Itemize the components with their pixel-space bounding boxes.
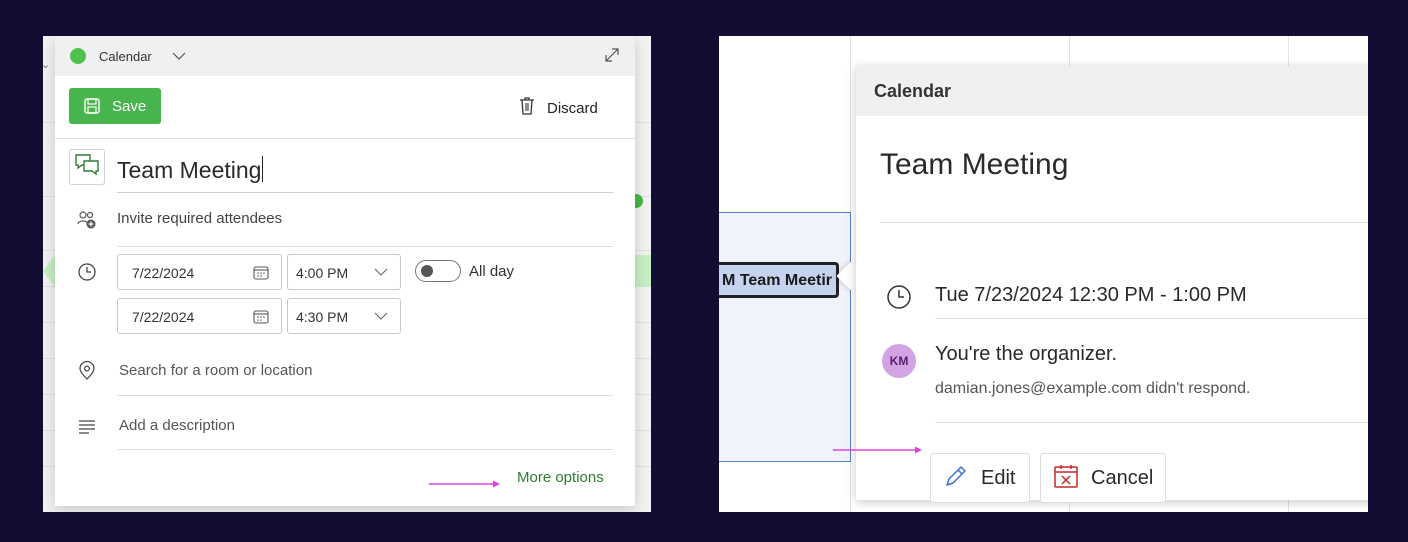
all-day-toggle[interactable] [415,260,461,282]
save-icon [83,97,101,115]
compose-event-screenshot: ⌄ Calendar Save Discard Team Meeting Inv… [43,36,651,512]
background-event-arrow [43,255,55,287]
calendar-selector-label[interactable]: Calendar [99,49,152,64]
people-add-icon [77,210,97,230]
chevron-down-icon [374,265,388,284]
event-preview-card: Calendar Team Meeting Tue 7/23/2024 12:3… [856,66,1368,503]
background-event-chip [633,255,651,287]
cancel-event-button[interactable]: Cancel [1040,453,1166,503]
cancel-label: Cancel [1091,466,1154,489]
description-input[interactable]: Add a description [119,417,235,434]
card-title-divider [880,222,1368,223]
description-underline [117,449,613,450]
annotation-arrow [429,476,501,494]
event-title-value: Team Meeting [117,157,262,183]
end-date-value: 7/22/2024 [132,309,195,325]
compose-event-popup: Calendar Save Discard Team Meeting Invit… [55,36,635,506]
avatar: KM [882,344,916,378]
attendee-response: damian.jones@example.com didn't respond. [935,380,1251,397]
event-type-button[interactable] [69,149,105,185]
event-preview-screenshot: M Team Meetir Calendar Team Meeting Tue … [719,36,1368,512]
location-input[interactable]: Search for a room or location [119,362,312,379]
background-chevron: ⌄ [43,59,51,71]
card-header: Calendar [856,66,1368,116]
location-underline [117,395,613,396]
calendar-cancel-icon [1053,463,1079,494]
event-title-input[interactable]: Team Meeting [117,156,264,184]
save-label: Save [112,97,147,115]
expand-icon[interactable] [603,46,621,69]
chevron-down-icon [374,309,388,328]
discard-button[interactable]: Discard [517,96,598,121]
more-options-link[interactable]: More options [517,469,604,486]
location-icon [77,361,97,381]
clock-icon [886,284,912,310]
text-lines-icon [77,416,97,436]
organizer-status: You're the organizer. [935,343,1118,365]
compose-header: Calendar [55,36,635,76]
calendar-grid-icon[interactable] [253,309,269,330]
start-time-value: 4:00 PM [296,265,349,281]
calendar-grid-icon[interactable] [253,265,269,286]
time-divider [935,318,1368,319]
annotation-arrow [833,442,923,460]
edit-label: Edit [981,466,1016,489]
trash-icon [517,96,537,121]
event-chip-label: M Team Meetir [722,272,832,289]
event-time: Tue 7/23/2024 12:30 PM - 1:00 PM [935,284,1247,306]
start-date-field[interactable]: 7/22/2024 [117,254,282,290]
calendar-color-dot [70,48,86,64]
event-chip[interactable]: M Team Meetir [719,262,839,298]
edit-button[interactable]: Edit [930,453,1030,503]
text-caret [262,156,264,182]
toolbar-divider [55,138,635,139]
start-time-field[interactable]: 4:00 PM [287,254,401,290]
end-time-field[interactable]: 4:30 PM [287,298,401,334]
attendees-divider [935,422,1368,423]
chevron-down-icon[interactable] [171,47,187,68]
end-time-value: 4:30 PM [296,309,349,325]
attendees-input[interactable]: Invite required attendees [117,210,282,227]
chat-icon [74,153,100,182]
title-underline [117,192,613,193]
attendees-underline [117,246,613,247]
card-calendar-name: Calendar [874,81,952,101]
end-date-field[interactable]: 7/22/2024 [117,298,282,334]
discard-label: Discard [547,100,598,117]
clock-icon [77,262,97,282]
all-day-label: All day [469,263,515,280]
card-event-title: Team Meeting [880,148,1069,181]
start-date-value: 7/22/2024 [132,265,195,281]
save-button[interactable]: Save [69,88,161,124]
toggle-knob [421,265,433,277]
selected-time-block[interactable] [719,212,851,462]
pencil-icon [943,463,969,494]
